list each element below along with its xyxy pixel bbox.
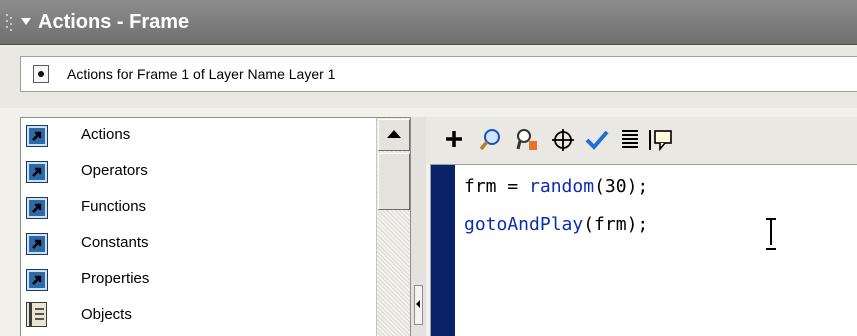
panel-title-bar[interactable]: Actions - Frame [0,0,857,45]
panel-title: Actions - Frame [38,11,190,33]
toolbox-item-label: Actions [81,126,131,143]
collapse-toolbox-button[interactable] [414,285,423,325]
toolbox-item-operators[interactable]: Operators [21,154,381,188]
text-cursor-icon [765,217,777,250]
code-keyword: gotoAndPlay [464,214,584,235]
find-icon[interactable] [476,123,506,157]
toolbox-item-label: Properties [81,270,150,287]
toolbox-item-objects[interactable]: Objects [21,298,381,332]
code-token: frm [464,176,497,197]
toolbox-item-label: Constants [81,234,149,251]
code-token: = [496,176,530,197]
replace-icon[interactable] [512,123,542,157]
script-editor[interactable]: frm = random(30); gotoAndPlay(frm); [430,164,857,336]
toolbox-item-label: Objects [81,306,132,323]
toolbox-item-actions[interactable]: Actions [21,118,381,152]
code-token: (30); [594,176,649,197]
script-gutter [431,165,455,336]
drag-grip-icon[interactable] [5,13,13,33]
auto-format-icon[interactable] [616,123,646,157]
book-icon [26,161,48,183]
toolbox-item-constants[interactable]: Constants [21,226,381,260]
insert-target-path-icon[interactable] [548,123,578,157]
objects-book-icon [26,302,47,327]
frame-info-label: Actions for Frame 1 of Layer Name Layer … [67,66,336,82]
code-token: (frm); [583,214,649,235]
toolbox-item-label: Operators [81,162,148,179]
code-keyword: random [529,176,595,197]
show-code-hint-icon[interactable] [646,123,676,157]
toolbox-scrollbar[interactable] [376,118,410,336]
scroll-thumb[interactable] [378,153,410,210]
actions-toolbox: Actions Operators Functions Constants Pr… [20,117,411,336]
book-icon [26,197,48,219]
book-icon [26,233,48,255]
scroll-up-button[interactable] [378,119,410,151]
book-icon [26,269,48,291]
script-toolbar [426,117,857,164]
book-icon [26,125,48,147]
code-line-1: frm = random(30); [464,175,648,199]
toolbox-item-properties[interactable]: Properties [21,262,381,296]
pane-splitter[interactable] [411,117,426,336]
toolbox-item-functions[interactable]: Functions [21,190,381,224]
check-syntax-icon[interactable] [582,123,612,157]
frame-info-strip: Actions for Frame 1 of Layer Name Layer … [0,46,857,108]
toolbox-item-label: Functions [81,198,147,215]
frame-info-box[interactable]: Actions for Frame 1 of Layer Name Layer … [20,56,857,92]
code-line-2: gotoAndPlay(frm); [464,213,648,237]
keyframe-icon [33,65,49,83]
add-action-icon[interactable] [440,123,470,157]
collapse-arrow-icon[interactable] [21,18,31,25]
